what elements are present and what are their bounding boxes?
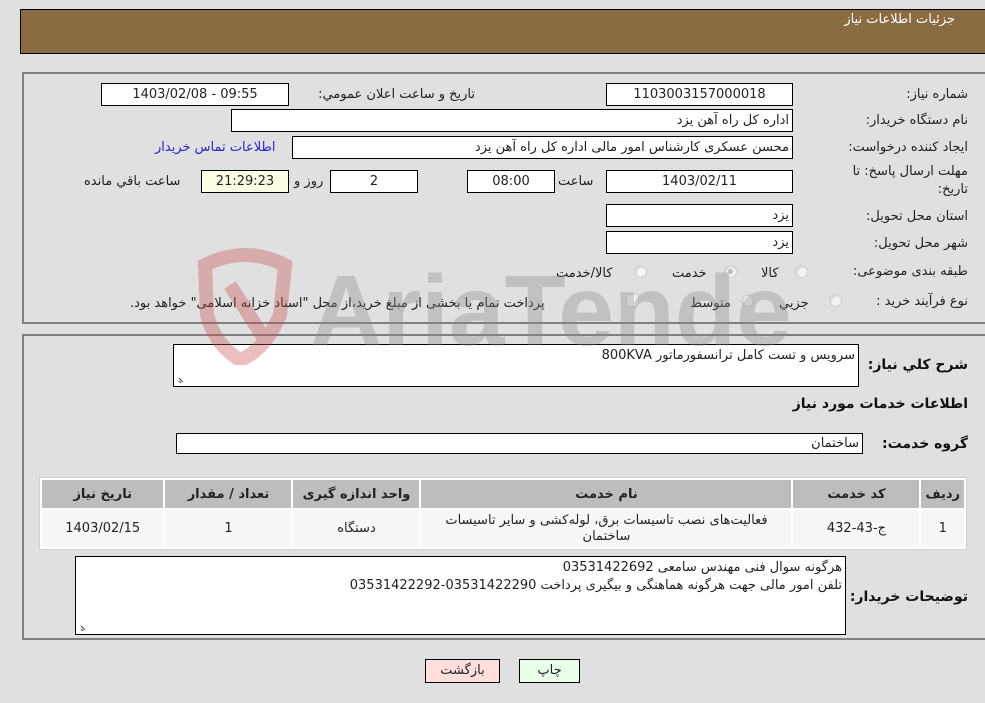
process-radio-medium[interactable] [741, 294, 754, 307]
process-option-medium: متوسط [690, 296, 731, 311]
city-field: یزد [606, 231, 793, 254]
requester-field: محسن عسکری کارشناس امور مالی اداره کل را… [292, 136, 793, 159]
category-option-service: خدمت [672, 266, 707, 281]
cell-need-date: 1403/02/15 [42, 510, 164, 547]
deadline-label: مهلت ارسال پاسخ: تا [852, 164, 968, 179]
service-group-label: گروه خدمت: [882, 436, 968, 452]
process-radio-minor[interactable] [829, 294, 842, 307]
services-table: ردیف کد خدمت نام خدمت واحد اندازه گیری ت… [39, 477, 967, 550]
page-header [20, 9, 985, 54]
back-button[interactable]: بازگشت [425, 659, 500, 683]
col-row-number: ردیف [921, 480, 964, 508]
cell-row-number: 1 [921, 510, 964, 547]
cell-service-code: ج-43-432 [793, 510, 920, 547]
category-radio-goods-service[interactable] [634, 265, 647, 278]
col-quantity: تعداد / مقدار [165, 480, 292, 508]
deadline-time-label: ساعت [558, 174, 594, 189]
announce-field: 1403/02/08 - 09:55 [101, 83, 289, 106]
deadline-date-field: 1403/02/11 [606, 170, 793, 193]
table-header-row: ردیف کد خدمت نام خدمت واحد اندازه گیری ت… [42, 480, 964, 508]
services-heading: اطلاعات خدمات مورد نیاز [792, 396, 968, 412]
buyer-contact-link[interactable]: اطلاعات تماس خریدار [155, 140, 275, 155]
cell-service-name: فعالیت‌های نصب تاسیسات برق، لوله‌کشی و س… [421, 510, 792, 547]
category-option-goods-service: کالا/خدمت [556, 266, 613, 281]
announce-label: تاریخ و ساعت اعلان عمومي: [318, 87, 475, 102]
cell-quantity: 1 [165, 510, 292, 547]
resize-grip-icon[interactable] [79, 622, 89, 632]
category-radio-goods[interactable] [795, 265, 808, 278]
buyer-org-label: نام دستگاه خریدار: [865, 113, 968, 128]
buyer-notes-label: توضیحات خریدار: [849, 589, 968, 605]
description-textarea[interactable]: سرویس و تست کامل ترانسفورماتور 800KVA [173, 344, 859, 387]
treasury-note: پرداخت تمام یا بخشی از مبلغ خرید،از محل … [130, 296, 545, 311]
requester-label: ایجاد کننده درخواست: [848, 140, 968, 155]
city-label: شهر محل تحویل: [873, 236, 968, 251]
process-option-minor: جزیي [779, 296, 809, 311]
description-label: شرح کلي نیاز: [867, 357, 968, 373]
days-label: روز و [294, 174, 324, 189]
deadline-label-2: تاریخ: [937, 182, 968, 197]
remaining-time-field: 21:29:23 [201, 170, 289, 193]
description-text: سرویس و تست کامل ترانسفورماتور 800KVA [601, 348, 855, 363]
col-service-name: نام خدمت [421, 480, 792, 508]
print-button[interactable]: چاپ [519, 659, 580, 683]
cell-unit: دستگاه [293, 510, 420, 547]
remaining-label: ساعت باقي مانده [84, 174, 181, 189]
col-unit: واحد اندازه گیری [293, 480, 420, 508]
category-radio-service[interactable] [724, 265, 737, 278]
need-number-label: شماره نیاز: [906, 87, 968, 102]
col-need-date: تاریخ نیاز [42, 480, 164, 508]
category-label: طبقه بندی موضوعی: [852, 264, 968, 279]
col-service-code: کد خدمت [793, 480, 920, 508]
treasury-checkbox[interactable] [626, 294, 639, 307]
deadline-time-field: 08:00 [467, 170, 555, 193]
service-group-field: ساختمان [176, 433, 863, 454]
need-number-field: 1103003157000018 [606, 83, 793, 106]
province-field: یزد [606, 204, 793, 227]
buyer-notes-textarea[interactable]: هرگونه سوال فنی مهندس سامعی 03531422692 … [75, 556, 846, 635]
days-field: 2 [330, 170, 418, 193]
resize-grip-icon[interactable] [177, 374, 187, 384]
category-option-goods: کالا [761, 266, 779, 281]
province-label: استان محل تحویل: [866, 209, 968, 224]
buyer-org-field: اداره کل راه آهن یزد [231, 109, 793, 132]
buyer-notes-line-1: هرگونه سوال فنی مهندس سامعی 03531422692 [562, 560, 842, 575]
table-row: 1 ج-43-432 فعالیت‌های نصب تاسیسات برق، ل… [42, 510, 964, 547]
page-title: جزئیات اطلاعات نیاز [844, 12, 955, 27]
buyer-notes-line-2: تلفن امور مالی جهت هرگونه هماهنگی و بیگی… [349, 578, 842, 593]
process-label: نوع فرآیند خرید : [876, 294, 968, 309]
